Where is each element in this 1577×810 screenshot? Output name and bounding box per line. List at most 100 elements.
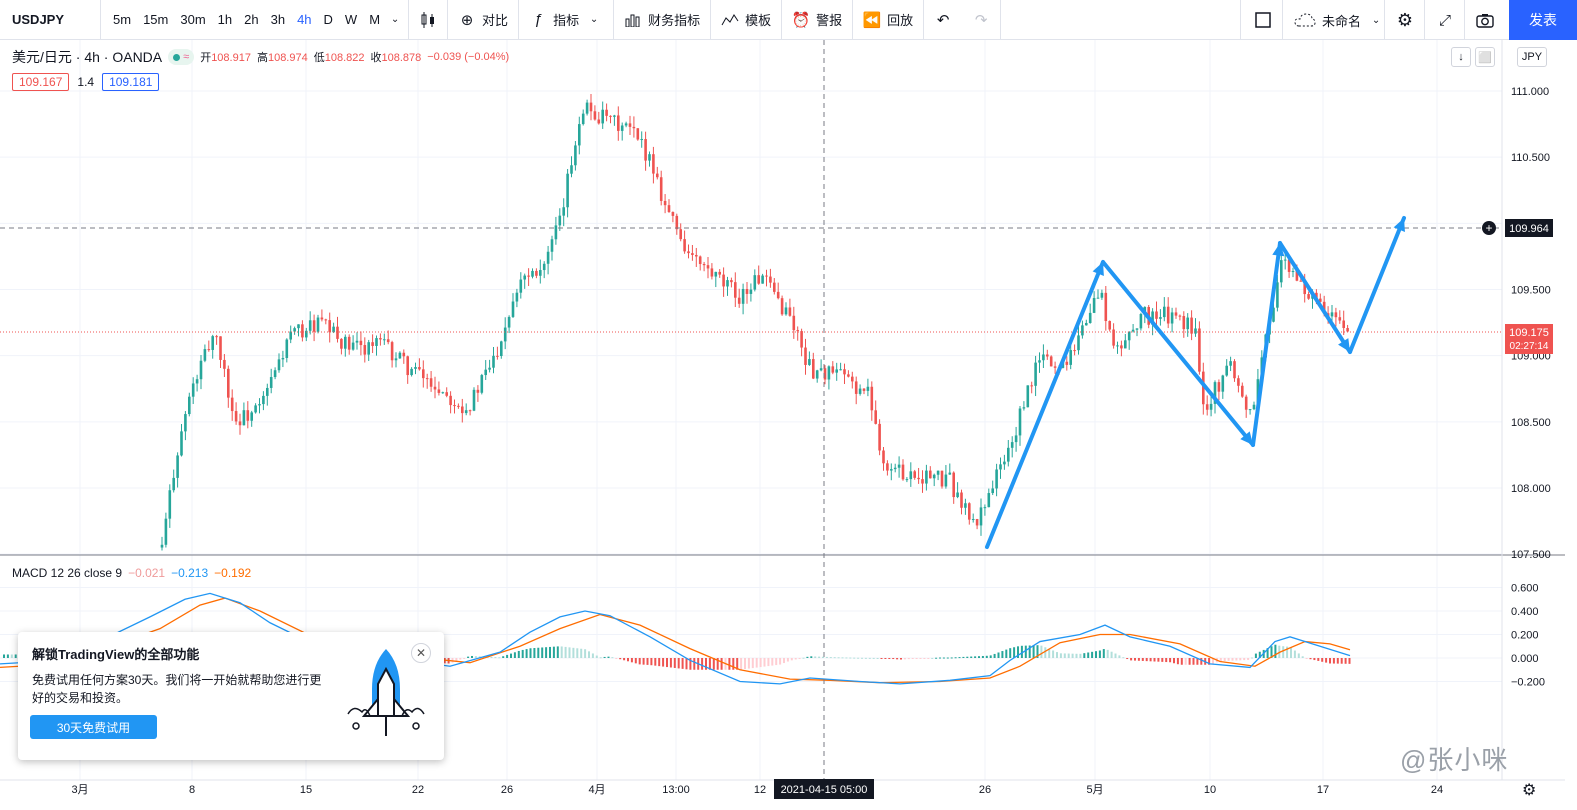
settings-button[interactable]: ⚙ [1386, 0, 1424, 40]
gear-icon[interactable]: ⚙ [1522, 780, 1536, 800]
candle-body [773, 282, 776, 292]
maximize-pane-icon[interactable]: ⬜ [1475, 47, 1495, 67]
sell-price-button[interactable]: 109.167 [12, 73, 70, 91]
free-trial-button[interactable]: 30天免费试用 [30, 715, 157, 739]
candle-body [971, 519, 975, 521]
candle-body [983, 507, 987, 509]
square-icon [1254, 12, 1272, 28]
fullscreen-layout-button[interactable] [1244, 0, 1282, 40]
function-icon: ƒ [533, 11, 543, 28]
candle-body [542, 263, 546, 271]
histogram-bar [552, 646, 555, 658]
histogram-bar [747, 658, 750, 669]
interval-d[interactable]: D [318, 12, 339, 27]
interval-2h[interactable]: 2h [238, 12, 264, 27]
time-axis[interactable]: 3月 8 15 22 26 4月 13:00 12 26 5月 10 17 24 [71, 784, 1443, 796]
layout-name-button[interactable]: 未命名 ⌄ [1284, 0, 1395, 40]
financials-button[interactable]: 财务指标 [614, 0, 710, 40]
candle-body [328, 320, 331, 333]
candle-body [1042, 354, 1045, 361]
time-tick: 13:00 [662, 784, 690, 796]
arrow-line[interactable] [985, 260, 1105, 549]
redo-button[interactable]: ↷ [962, 0, 1000, 40]
alert-label: 警报 [816, 13, 843, 28]
interval-30m[interactable]: 30m [174, 12, 211, 27]
chevron-down-icon: ⌄ [589, 14, 599, 25]
time-tick: 22 [412, 784, 424, 796]
histogram-bar [849, 657, 852, 659]
candle-body [1276, 282, 1279, 308]
currency-button[interactable]: JPY [1517, 47, 1547, 67]
interval-m[interactable]: M [363, 12, 386, 27]
candle-body [827, 366, 831, 380]
templates-button[interactable]: 模板 [711, 0, 781, 40]
histogram-bar [467, 656, 470, 658]
candle-body [1291, 271, 1295, 273]
histogram-bar [907, 658, 910, 660]
interval-w[interactable]: W [339, 12, 363, 27]
interval-3h[interactable]: 3h [265, 12, 291, 27]
candle-body [882, 450, 885, 464]
symbol-search[interactable]: USDJPY [0, 0, 100, 40]
candle-body [527, 275, 530, 277]
histogram-bar [1293, 650, 1296, 658]
histogram-bar [958, 657, 961, 659]
arrow-down-icon[interactable]: ↓ [1451, 47, 1471, 67]
histogram-bar [474, 656, 477, 658]
candle-body [866, 386, 870, 391]
candle-body [1299, 280, 1303, 282]
macd-tick: 0.600 [1511, 583, 1539, 595]
candle-body [246, 410, 250, 421]
candle-body [301, 324, 304, 338]
drawing-arrows[interactable] [985, 216, 1406, 549]
histogram-bar [802, 657, 805, 659]
replay-button[interactable]: ⏪ 回放 [853, 0, 923, 40]
chevron-down-icon[interactable]: ⌄ [386, 14, 404, 25]
undo-button[interactable]: ↶ [924, 0, 962, 40]
macd-label[interactable]: MACD 12 26 close 9 [12, 566, 122, 580]
candle-body [289, 331, 292, 340]
candle-body [242, 410, 246, 426]
arrow-line[interactable] [1278, 241, 1352, 354]
interval-4h[interactable]: 4h [291, 12, 317, 27]
alert-button[interactable]: ⏰ 警报 [782, 0, 852, 40]
publish-button[interactable]: 发表 [1509, 0, 1577, 40]
candle-body [800, 331, 803, 348]
histogram-bar [1145, 658, 1148, 662]
candle-body [632, 126, 636, 129]
candle-body [367, 342, 370, 355]
histogram-bar [666, 658, 668, 668]
histogram-bar [1040, 645, 1043, 658]
candle-body [620, 125, 624, 131]
snapshot-button[interactable] [1466, 0, 1504, 40]
replay-label: 回放 [887, 13, 914, 28]
chart-type-button[interactable] [409, 0, 447, 40]
histogram-bar [1332, 658, 1335, 664]
crosshair-time-text: 2021-04-15 05:00 [781, 784, 868, 796]
time-tick: 8 [189, 784, 195, 796]
interval-5m[interactable]: 5m [107, 12, 137, 27]
buy-price-button[interactable]: 109.181 [102, 73, 160, 91]
indicators-button[interactable]: ƒ 指标 ⌄ [519, 0, 613, 40]
compare-button[interactable]: ⊕ 对比 [448, 0, 518, 40]
candle-body [410, 368, 413, 376]
plus-circle-icon: ⊕ [460, 11, 474, 29]
candle-body [726, 280, 729, 287]
price-axis[interactable]: 111.000110.500110.000109.500109.000108.5… [1511, 86, 1551, 689]
interval-15m[interactable]: 15m [137, 12, 174, 27]
histogram-bar [1251, 657, 1253, 659]
interval-1h[interactable]: 1h [212, 12, 238, 27]
candle-body [1244, 396, 1248, 410]
histogram-bar [1005, 649, 1008, 658]
histogram-bar [837, 657, 840, 659]
histogram-bar [783, 658, 785, 664]
symbol-title[interactable]: 美元/日元 · 4h · OANDA [12, 47, 162, 67]
arrow-line[interactable] [1251, 241, 1282, 447]
fullscreen-button[interactable]: ⤢ [1426, 0, 1464, 40]
candle-body [831, 366, 835, 373]
histogram-bar [654, 658, 657, 666]
candle-body [1085, 322, 1088, 326]
histogram-bar [931, 657, 934, 659]
candle-body [874, 410, 877, 424]
market-status-badge[interactable]: ≈ [168, 49, 195, 65]
